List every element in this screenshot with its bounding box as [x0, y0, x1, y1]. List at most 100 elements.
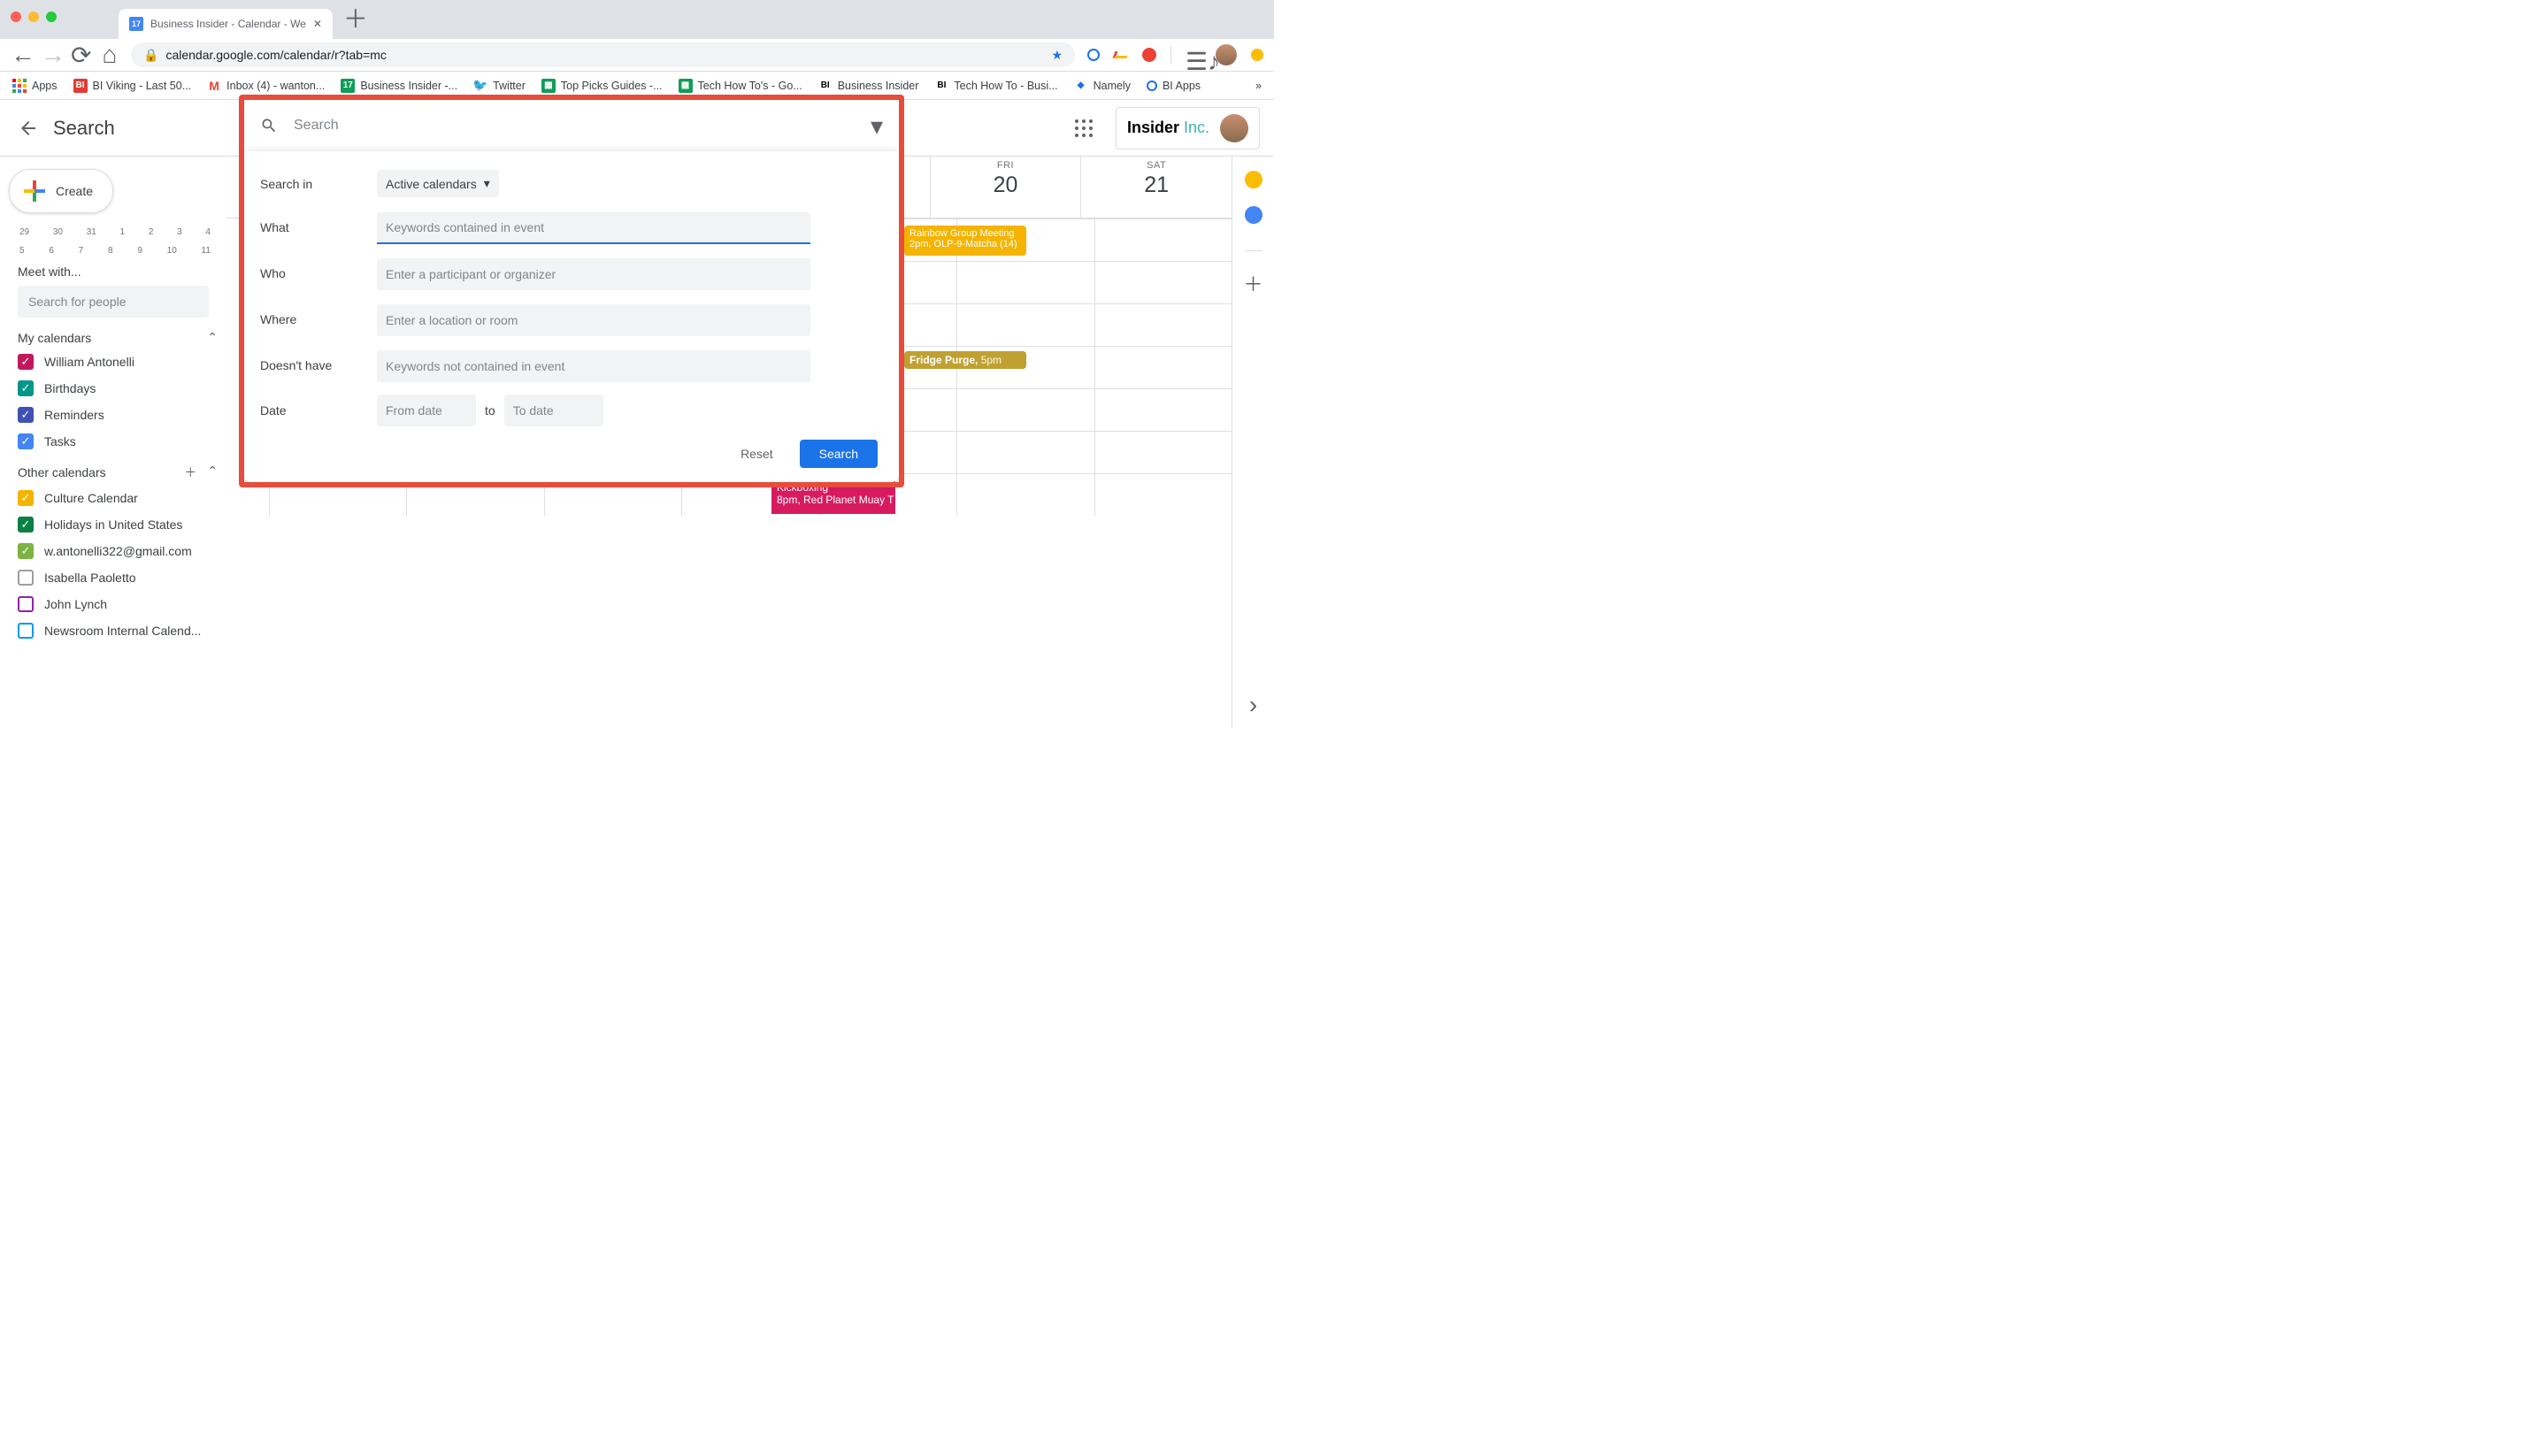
checkbox[interactable]: ✓	[18, 433, 34, 449]
browser-titlebar: 17 Business Insider - Calendar - We ✕ ＋	[0, 0, 1274, 39]
back-icon[interactable]: ←	[11, 41, 28, 69]
grid-cell[interactable]	[956, 303, 1094, 346]
calendar-item[interactable]: ✓Holidays in United States	[18, 511, 226, 538]
checkbox[interactable]: ✓	[18, 407, 34, 423]
calendar-item[interactable]: ✓ Birthdays	[18, 375, 226, 402]
window-maximize[interactable]	[46, 11, 57, 22]
calendar-event[interactable]: Rainbow Group Meeting2pm, OLP-9-Matcha (…	[904, 226, 1026, 256]
bookmark-item[interactable]: ▦Top Picks Guides -...	[541, 79, 663, 93]
search-button[interactable]: Search	[800, 440, 878, 468]
bookmark-overflow-icon[interactable]: »	[1255, 80, 1262, 92]
to-date-input[interactable]	[504, 395, 603, 426]
search-in-dropdown[interactable]: Active calendars▾	[377, 170, 499, 197]
calendar-item[interactable]: Newsroom Internal Calend...	[18, 617, 226, 644]
addons-plus-icon[interactable]: ＋	[1243, 269, 1262, 297]
my-calendars-header[interactable]: My calendars ⌃	[18, 330, 218, 345]
back-arrow-icon[interactable]	[18, 118, 39, 139]
bookmark-item[interactable]: BIBI Viking - Last 50...	[73, 79, 192, 93]
day-header-sat[interactable]: SAT 21	[1080, 157, 1232, 218]
grid-cell[interactable]	[956, 431, 1094, 473]
grid-cell[interactable]	[1094, 346, 1232, 388]
window-close[interactable]	[11, 11, 21, 22]
search-bar[interactable]: ▾	[244, 100, 899, 151]
reset-button[interactable]: Reset	[725, 440, 789, 468]
bookmark-item[interactable]: BIBusiness Insider	[818, 79, 919, 93]
calendar-event[interactable]: Kickboxing8pm, Red Planet Muay T	[771, 479, 895, 514]
ext-icon-4[interactable]	[1251, 49, 1263, 61]
chevron-up-icon[interactable]: ⌃	[207, 464, 218, 481]
calendar-event[interactable]: Fridge Purge, 5pm	[904, 351, 1026, 369]
bookmark-item[interactable]: 17Business Insider -...	[341, 79, 457, 93]
new-tab-button[interactable]: ＋	[343, 5, 368, 30]
grid-cell[interactable]	[1094, 218, 1232, 261]
calendar-item[interactable]: ✓w.antonelli322@gmail.com	[18, 538, 226, 564]
calendar-item-label: Birthdays	[44, 381, 96, 395]
calendar-item[interactable]: Isabella Paoletto	[18, 564, 226, 591]
other-calendars-header[interactable]: Other calendars ＋⌃	[18, 464, 218, 481]
profile-avatar-icon[interactable]	[1216, 44, 1237, 65]
bookmark-item[interactable]: ◆Namely	[1074, 79, 1131, 93]
separator	[1170, 46, 1171, 64]
search-input[interactable]	[294, 118, 855, 134]
dropdown-icon[interactable]: ▾	[871, 111, 883, 141]
create-button[interactable]: Create	[9, 169, 113, 213]
grid-cell[interactable]	[1094, 388, 1232, 431]
from-date-input[interactable]	[377, 395, 476, 426]
grid-cell[interactable]	[1094, 473, 1232, 516]
ext-icon-3[interactable]	[1142, 48, 1156, 62]
mini-calendar[interactable]: 2930311234 567891011	[19, 227, 211, 256]
where-input[interactable]	[377, 304, 810, 336]
checkbox[interactable]: ✓	[18, 543, 34, 559]
browser-tab[interactable]: 17 Business Insider - Calendar - We ✕	[119, 9, 333, 39]
chevron-right-icon[interactable]: ›	[1249, 691, 1257, 719]
grid-cell[interactable]	[1094, 261, 1232, 303]
checkbox[interactable]: ✓	[18, 490, 34, 506]
calendar-item[interactable]: ✓Tasks	[18, 428, 226, 455]
window-minimize[interactable]	[28, 11, 39, 22]
bookmark-item[interactable]: BITech How To - Busi...	[934, 79, 1057, 93]
bookmark-apps[interactable]: Apps	[12, 79, 58, 93]
ext-icon-2[interactable]	[1113, 51, 1130, 58]
grid-cell[interactable]	[956, 473, 1094, 516]
add-calendar-icon[interactable]: ＋	[184, 464, 196, 481]
grid-cell[interactable]	[956, 388, 1094, 431]
calendar-item[interactable]: ✓Culture Calendar	[18, 485, 226, 511]
checkbox[interactable]	[18, 570, 34, 586]
checkbox[interactable]	[18, 596, 34, 612]
day-header-fri[interactable]: FRI 20	[930, 157, 1081, 218]
readinglist-icon[interactable]: ☰♪	[1186, 47, 1201, 63]
home-icon[interactable]: ⌂	[101, 41, 119, 69]
checkbox[interactable]	[18, 623, 34, 639]
doesnt-have-input[interactable]	[377, 350, 810, 382]
bookmark-item[interactable]: 🐦Twitter	[473, 79, 526, 93]
separator	[1245, 250, 1262, 251]
tab-favicon: 17	[129, 17, 143, 31]
user-avatar[interactable]	[1220, 114, 1248, 142]
bookmark-item[interactable]: ▦Tech How To's - Go...	[679, 79, 802, 93]
tab-close-icon[interactable]: ✕	[313, 18, 322, 30]
star-icon[interactable]: ★	[1051, 48, 1063, 63]
who-input[interactable]	[377, 258, 810, 290]
checkbox[interactable]: ✓	[18, 517, 34, 533]
bookmark-item[interactable]: BI Apps	[1147, 80, 1201, 92]
url-text: calendar.google.com/calendar/r?tab=mc	[165, 48, 386, 62]
address-bar[interactable]: 🔒 calendar.google.com/calendar/r?tab=mc …	[131, 42, 1075, 67]
google-apps-icon[interactable]	[1066, 111, 1101, 146]
calendar-item[interactable]: ✓William Antonelli	[18, 349, 226, 375]
checkbox[interactable]: ✓	[18, 380, 34, 396]
checkbox[interactable]: ✓	[18, 354, 34, 370]
reload-icon[interactable]: ⟳	[71, 41, 88, 70]
keep-icon[interactable]	[1245, 171, 1262, 188]
grid-cell[interactable]	[956, 261, 1094, 303]
chevron-up-icon[interactable]: ⌃	[207, 330, 218, 345]
tasks-icon[interactable]	[1245, 206, 1262, 224]
calendar-item[interactable]: John Lynch	[18, 591, 226, 617]
grid-cell[interactable]	[1094, 431, 1232, 473]
org-brand[interactable]: Insider Inc.	[1116, 107, 1260, 149]
grid-cell[interactable]	[1094, 303, 1232, 346]
bookmark-item[interactable]: MInbox (4) - wanton...	[207, 79, 325, 93]
calendar-item[interactable]: ✓Reminders	[18, 402, 226, 428]
ext-icon-1[interactable]	[1087, 49, 1100, 61]
what-input[interactable]	[377, 212, 810, 244]
search-people-input[interactable]: Search for people	[18, 286, 209, 318]
